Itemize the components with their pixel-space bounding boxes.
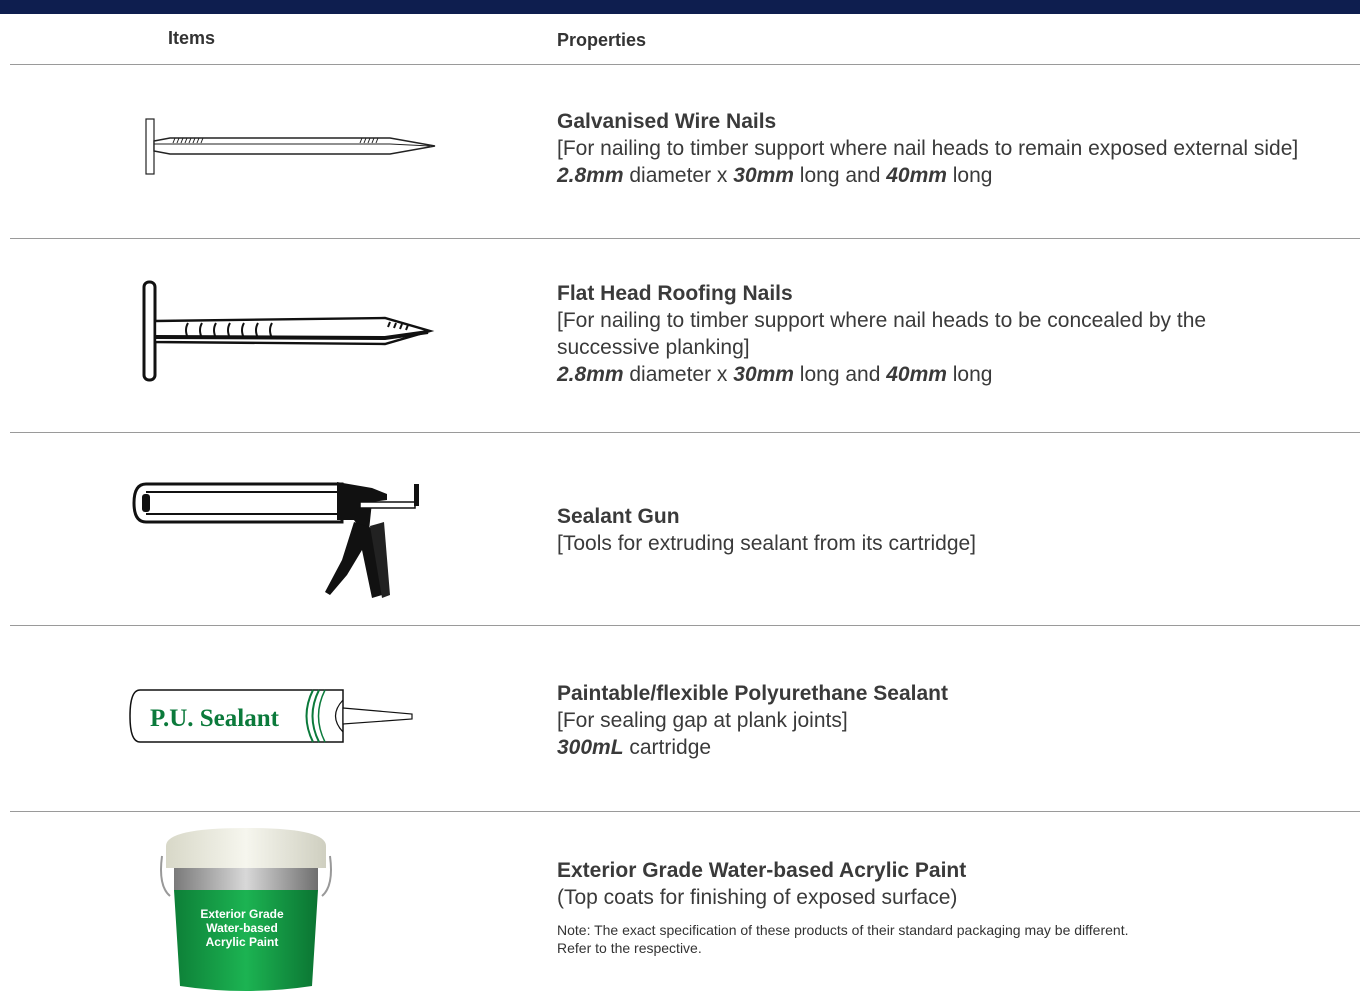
bucket-label-line: Acrylic Paint: [206, 935, 279, 949]
divider: [10, 625, 1360, 626]
item-spec: 300mL cartridge: [557, 734, 1347, 761]
spec-text: cartridge: [623, 736, 712, 759]
title-bar: [0, 0, 1360, 14]
spec-value: 30mm: [733, 164, 794, 187]
spec-value: 30mm: [733, 363, 794, 386]
spec-value: 2.8mm: [557, 363, 624, 386]
item-name: Sealant Gun: [557, 505, 680, 528]
note-line: Note: The exact specification of these p…: [557, 922, 1129, 938]
item-description: [For nailing to timber support where nai…: [557, 309, 1207, 359]
item-description: [Tools for extruding sealant from its ca…: [557, 532, 977, 555]
item-spec: 2.8mm diameter x 30mm long and 40mm long: [557, 361, 1347, 388]
items-column-header: Items: [168, 28, 216, 48]
note-line: Refer to the respective.: [557, 940, 702, 956]
spec-value: 300mL: [557, 736, 624, 759]
spec-text: long: [946, 363, 993, 386]
properties-column-header: Properties: [557, 30, 647, 50]
bucket-label-line: Exterior Grade: [200, 907, 284, 921]
roofing-nail-icon: [142, 280, 435, 382]
row-polyurethane-sealant: Paintable/flexible Polyurethane Sealant …: [557, 680, 1347, 761]
spec-value: 40mm: [886, 363, 947, 386]
item-name: Galvanised Wire Nails: [557, 110, 777, 133]
item-description: [For sealing gap at plank joints]: [557, 709, 848, 732]
item-name: Exterior Grade Water-based Acrylic Paint: [557, 859, 967, 882]
spec-text: long and: [793, 363, 887, 386]
divider: [10, 64, 1360, 65]
spec-value: 2.8mm: [557, 164, 624, 187]
note-text: Note: The exact specification of these p…: [557, 921, 1347, 957]
item-description: (Top coats for finishing of exposed surf…: [557, 886, 958, 909]
paint-bucket-icon: Exterior Grade Water-based Acrylic Paint: [160, 828, 332, 991]
spec-text: long and: [793, 164, 887, 187]
item-name: Paintable/flexible Polyurethane Sealant: [557, 682, 948, 705]
divider: [10, 238, 1360, 239]
item-spec: 2.8mm diameter x 30mm long and 40mm long: [557, 162, 1347, 189]
spec-value: 40mm: [886, 164, 947, 187]
wire-nail-icon: [145, 118, 436, 175]
bucket-label-line: Water-based: [206, 921, 278, 935]
item-name: Flat Head Roofing Nails: [557, 282, 793, 305]
spec-text: diameter x: [623, 363, 734, 386]
spec-text: diameter x: [623, 164, 734, 187]
item-description: [For nailing to timber support where nai…: [557, 137, 1299, 160]
row-acrylic-paint: Exterior Grade Water-based Acrylic Paint…: [557, 857, 1347, 957]
cartridge-label: P.U. Sealant: [150, 705, 280, 732]
sealant-gun-icon: [132, 482, 419, 598]
row-sealant-gun: Sealant Gun [Tools for extruding sealant…: [557, 503, 1347, 557]
row-flat-head-roofing-nails: Flat Head Roofing Nails [For nailing to …: [557, 280, 1347, 388]
row-galvanised-wire-nails: Galvanised Wire Nails [For nailing to ti…: [557, 108, 1347, 189]
divider: [10, 432, 1360, 433]
sealant-cartridge-icon: P.U. Sealant: [129, 689, 413, 743]
divider: [10, 811, 1360, 812]
spec-text: long: [946, 164, 993, 187]
